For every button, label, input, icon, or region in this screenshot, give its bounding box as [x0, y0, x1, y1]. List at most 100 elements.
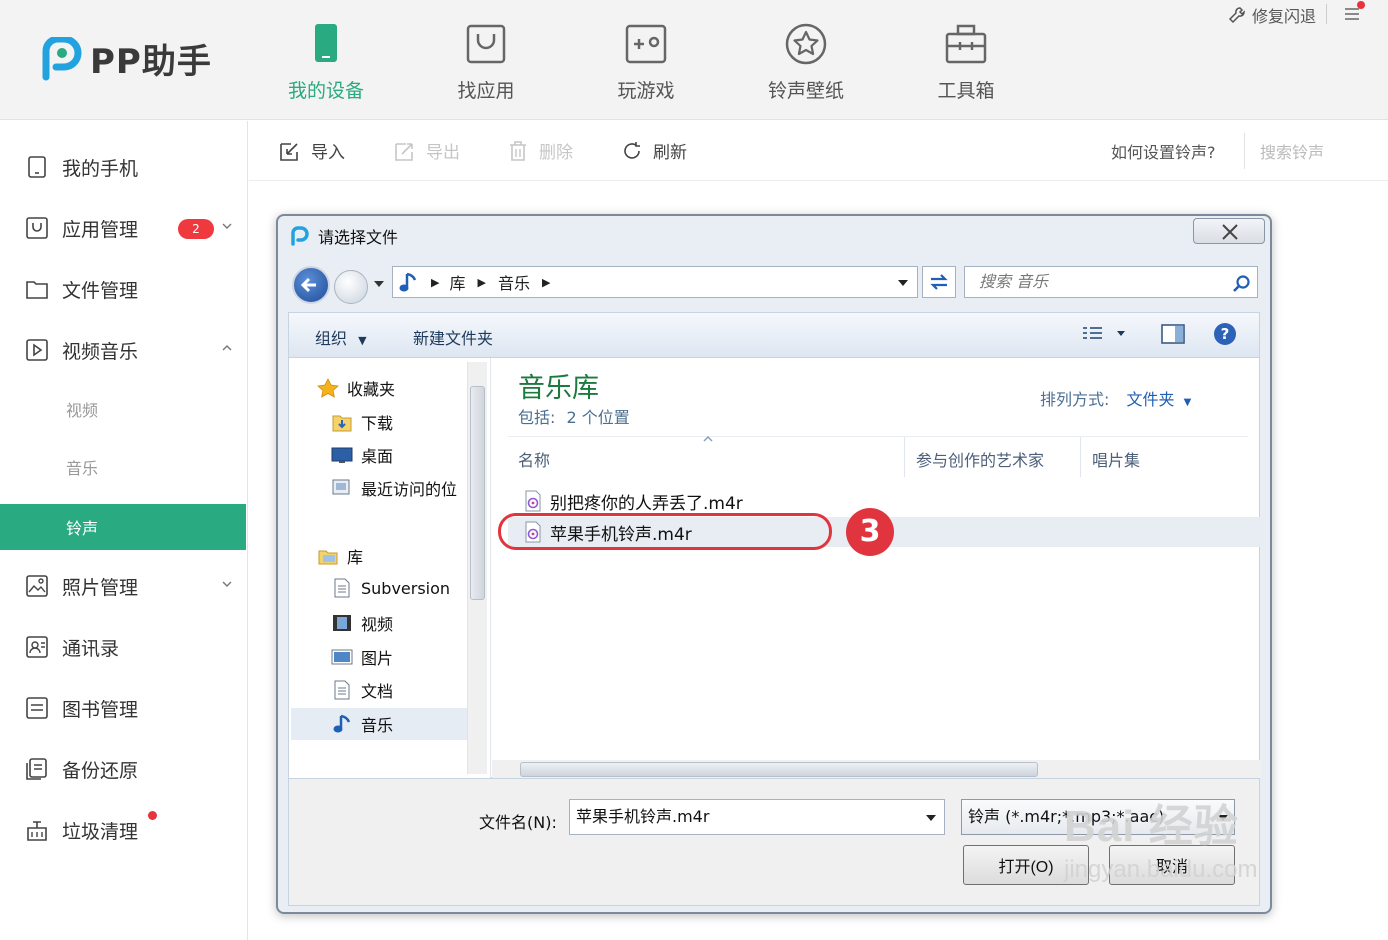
includes-locations-link[interactable]: 2 个位置 — [567, 408, 630, 427]
toolbar-divider — [1244, 133, 1245, 169]
column-album[interactable]: 唱片集 — [1092, 447, 1140, 471]
help-icon[interactable]: ? — [1213, 322, 1237, 346]
music-note-icon — [399, 272, 417, 292]
sidebar-item-label: 应用管理 — [62, 218, 139, 241]
sidebar-item-file-manage[interactable]: 文件管理 — [0, 266, 248, 312]
tab-toolbox[interactable]: 工具箱 — [906, 22, 1026, 103]
organize-menu[interactable]: 组织 ▼ — [315, 325, 367, 349]
dialog-search-input[interactable]: 搜索 音乐 — [964, 266, 1258, 298]
forward-button[interactable] — [334, 270, 368, 304]
top-header: PP助手 我的设备 找应用 玩游戏 铃声壁纸 工具箱 修复闪退 — [0, 0, 1388, 120]
chevron-down-icon[interactable]: ▼ — [1184, 397, 1192, 408]
column-name[interactable]: 名称 — [518, 447, 550, 471]
dialog-close-button[interactable] — [1193, 218, 1265, 244]
baidu-watermark: Bai 经验 jingyan.baidu.com — [1064, 790, 1257, 884]
sidebar-subitem-ringtone[interactable]: 铃声 — [0, 504, 246, 550]
nav-libraries[interactable]: 库 — [317, 544, 363, 568]
help-link[interactable]: 如何设置铃声? — [1111, 139, 1216, 163]
refresh-button[interactable]: 刷新 — [621, 138, 687, 163]
delete-button[interactable]: 删除 — [507, 138, 573, 163]
scrollbar-thumb[interactable] — [470, 386, 485, 600]
nav-recent-places[interactable]: 最近访问的位 — [331, 476, 457, 500]
file-list-pane: 音乐库 包括: 2 个位置 排列方式: 文件夹 ▼ 名称 参与创作的艺术家 唱片… — [492, 358, 1264, 778]
view-options-icon[interactable] — [1081, 325, 1129, 345]
back-button[interactable] — [292, 266, 330, 304]
sidebar-item-book-manage[interactable]: 图书管理 — [0, 685, 248, 731]
filename-dropdown-icon[interactable] — [925, 813, 937, 823]
dialog-refresh-button[interactable] — [922, 266, 956, 298]
column-divider — [1080, 437, 1081, 477]
sidebar-subitem-video[interactable]: 视频 — [0, 386, 246, 432]
breadcrumb-music[interactable]: 音乐 — [498, 270, 530, 294]
nav-documents[interactable]: 文档 — [331, 678, 393, 702]
sort-dropdown[interactable]: 文件夹 — [1127, 390, 1175, 409]
sidebar-item-contacts[interactable]: 通讯录 — [0, 624, 248, 670]
history-dropdown-icon[interactable] — [372, 279, 386, 289]
filename-input[interactable]: 苹果手机铃声.m4r — [569, 799, 945, 835]
chevron-down-icon[interactable] — [220, 577, 234, 591]
sidebar-item-my-phone[interactable]: 我的手机 — [0, 144, 248, 190]
delete-label: 删除 — [539, 143, 573, 163]
column-divider — [904, 437, 905, 477]
tab-my-device[interactable]: 我的设备 — [266, 22, 386, 103]
trash-icon — [510, 140, 526, 161]
column-artist[interactable]: 参与创作的艺术家 — [916, 447, 1044, 471]
nav-subversion[interactable]: Subversion — [331, 578, 450, 598]
export-icon — [395, 142, 413, 161]
play-icon — [26, 339, 48, 361]
export-button[interactable]: 导出 — [394, 138, 460, 163]
dialog-content: 收藏夹 下载 桌面 最近访问的位 库 Subversion 视频 图片 文档 音… — [288, 358, 1264, 778]
sidebar-item-video-music[interactable]: 视频音乐 — [0, 327, 248, 373]
chevron-up-icon[interactable] — [220, 341, 234, 355]
sidebar-subitem-music[interactable]: 音乐 — [0, 444, 246, 490]
nav-scrollbar[interactable] — [467, 362, 487, 774]
sidebar-item-photo-manage[interactable]: 照片管理 — [0, 563, 248, 609]
ringtone-search-input[interactable]: 搜索铃声 — [1260, 139, 1324, 163]
nav-pictures[interactable]: 图片 — [331, 645, 393, 669]
sidebar-item-label: 垃圾清理 — [62, 820, 139, 843]
file-list-scrollbar[interactable] — [492, 760, 1261, 778]
tab-ringtones-wallpapers[interactable]: 铃声壁纸 — [746, 22, 866, 103]
library-title: 音乐库 — [518, 373, 599, 404]
nav-downloads[interactable]: 下载 — [331, 410, 393, 434]
sidebar-item-label: 视频音乐 — [62, 340, 139, 363]
tab-find-apps[interactable]: 找应用 — [426, 22, 546, 103]
nav-favorites[interactable]: 收藏夹 — [317, 376, 395, 400]
import-button[interactable]: 导入 — [279, 138, 345, 163]
tab-label: 玩游戏 — [617, 80, 675, 102]
sidebar-item-label: 备份还原 — [62, 759, 139, 782]
sidebar-item-backup-restore[interactable]: 备份还原 — [0, 746, 248, 792]
search-icon[interactable] — [1232, 274, 1252, 294]
repair-crash-button[interactable]: 修复闪退 — [1228, 3, 1316, 27]
sidebar-item-app-manage[interactable]: 应用管理 2 — [0, 205, 248, 251]
preview-pane-icon[interactable] — [1161, 323, 1185, 345]
chevron-down-icon[interactable] — [220, 219, 234, 233]
import-label: 导入 — [311, 143, 345, 163]
nav-label: 视频 — [361, 615, 394, 634]
watermark-main: Bai 经验 — [1064, 802, 1239, 851]
new-folder-button[interactable]: 新建文件夹 — [413, 325, 493, 349]
notification-dot — [148, 811, 157, 820]
photo-icon — [26, 575, 48, 597]
import-icon — [280, 142, 298, 161]
address-dropdown-icon[interactable] — [897, 278, 909, 288]
nav-videos[interactable]: 视频 — [331, 611, 393, 635]
file-row[interactable]: 别把疼你的人弄丢了.m4r — [508, 486, 1264, 516]
sidebar-item-junk-clean[interactable]: 垃圾清理 — [0, 807, 248, 853]
tab-games[interactable]: 玩游戏 — [586, 22, 706, 103]
nav-label: 库 — [347, 548, 364, 567]
chevron-down-icon: ▼ — [358, 334, 367, 347]
nav-desktop[interactable]: 桌面 — [331, 443, 393, 467]
sidebar-item-label: 照片管理 — [62, 576, 139, 599]
nav-music[interactable]: 音乐 — [331, 712, 393, 736]
dialog-titlebar: 请选择文件 — [290, 224, 398, 248]
notification-dot — [1357, 1, 1365, 9]
nav-label: 桌面 — [361, 447, 394, 466]
address-bar[interactable]: ▶ 库 ▶ 音乐 ▶ — [392, 266, 918, 298]
downloads-folder-icon — [332, 415, 352, 432]
star-icon — [317, 378, 339, 398]
organize-label: 组织 — [315, 329, 348, 348]
scrollbar-thumb[interactable] — [520, 762, 1038, 777]
breadcrumb-library[interactable]: 库 — [449, 270, 465, 294]
watermark-url: jingyan.baidu.com — [1064, 856, 1258, 883]
